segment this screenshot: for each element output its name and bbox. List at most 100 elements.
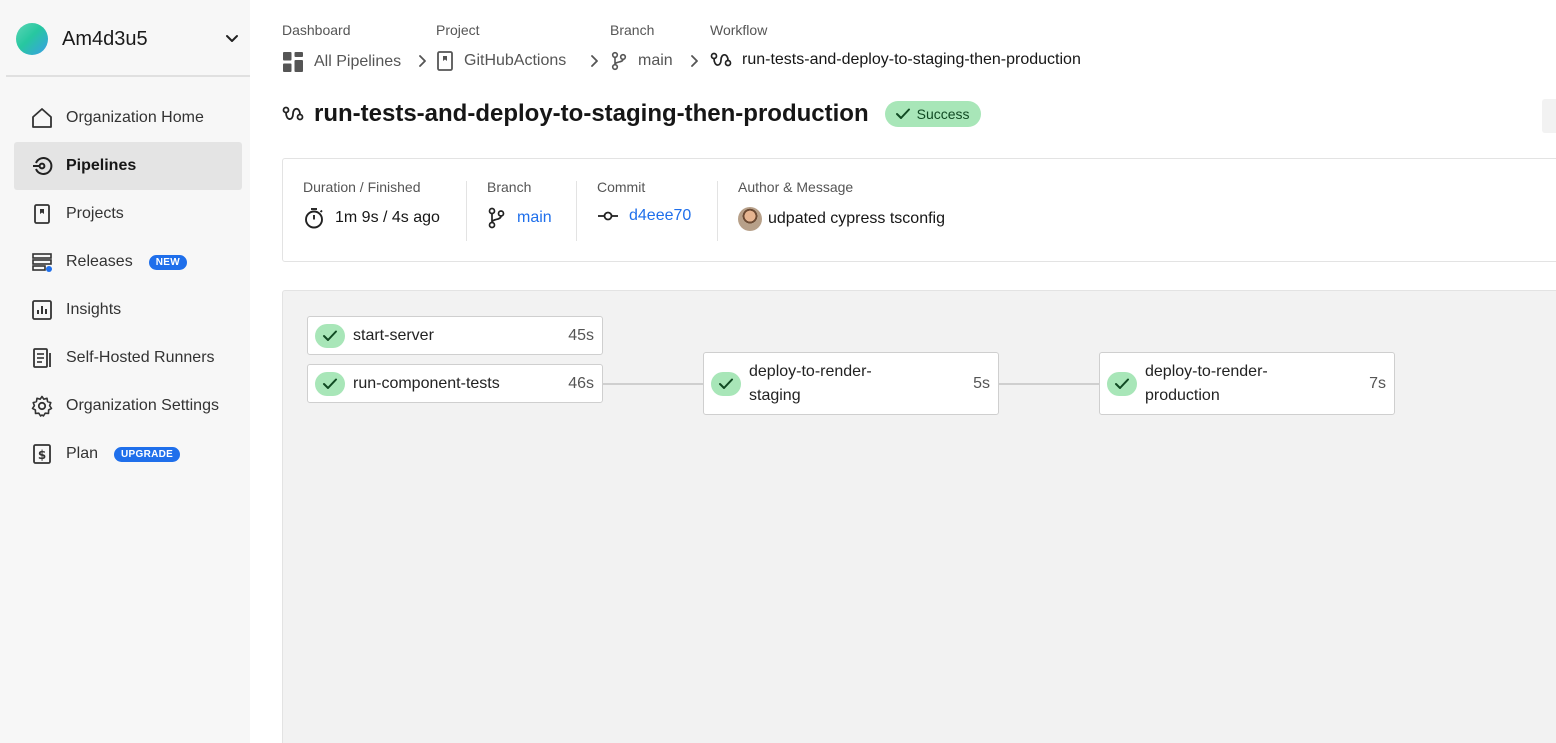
sidebar-item-releases[interactable]: Releases NEW	[14, 238, 242, 286]
sidebar-item-organization-settings[interactable]: Organization Settings	[14, 382, 242, 430]
breadcrumb-branch-link[interactable]: main	[610, 51, 673, 71]
duration-value: 1m 9s / 4s ago	[335, 209, 440, 226]
job-duration: 5s	[973, 375, 990, 392]
chevron-down-icon	[226, 35, 238, 42]
commit-value-row: d4eee70	[597, 207, 691, 225]
job-name: start-server	[353, 327, 434, 344]
job-name: run-component-tests	[353, 375, 500, 392]
branch-value-row: main	[487, 207, 552, 229]
divider	[466, 181, 467, 241]
sidebar-item-label: Insights	[66, 301, 122, 318]
pipelines-icon	[30, 154, 54, 178]
header-action-button[interactable]	[1542, 99, 1556, 133]
sidebar-item-insights[interactable]: Insights	[14, 286, 242, 334]
dashboard-grid-icon	[283, 52, 303, 72]
sidebar-item-label: Projects	[66, 205, 124, 222]
job-run-component-tests[interactable]: run-component-tests 46s	[307, 364, 603, 403]
breadcrumb-branch: Branch main	[610, 22, 673, 71]
sidebar-item-plan[interactable]: $ Plan UPGRADE	[14, 430, 242, 478]
duration-field: Duration / Finished 1m 9s / 4s ago	[303, 179, 440, 243]
job-deploy-to-render-staging[interactable]: deploy-to-render- staging 5s	[703, 352, 999, 415]
job-name-line2: staging	[749, 387, 801, 404]
commit-field: Commit d4eee70	[597, 179, 691, 243]
check-icon	[895, 108, 910, 119]
org-switcher[interactable]: Am4d3u5	[16, 20, 248, 58]
job-start-server[interactable]: start-server 45s	[307, 316, 603, 355]
status-badge: Success	[884, 101, 981, 127]
releases-icon	[30, 250, 54, 274]
job-name-line1: deploy-to-render-	[749, 363, 872, 380]
divider	[717, 181, 718, 241]
insights-icon	[30, 298, 54, 322]
workflow-graph: start-server 45s run-component-tests 46s…	[282, 290, 1556, 743]
org-avatar	[16, 23, 48, 55]
success-check-icon	[315, 324, 345, 348]
svg-text:$: $	[38, 448, 46, 462]
page-header: run-tests-and-deploy-to-staging-then-pro…	[282, 100, 981, 128]
author-value-row: udpated cypress tsconfig	[738, 207, 945, 231]
breadcrumb-project: Project GitHubActions	[436, 22, 566, 71]
sidebar-item-projects[interactable]: Projects	[14, 190, 242, 238]
sidebar-item-label: Pipelines	[66, 157, 137, 174]
breadcrumb-label: Dashboard	[282, 22, 351, 38]
branch-link[interactable]: main	[517, 209, 552, 227]
job-deploy-to-render-production[interactable]: deploy-to-render- production 7s	[1099, 352, 1395, 415]
success-check-icon	[1107, 372, 1137, 396]
job-duration: 45s	[568, 327, 594, 344]
new-badge: NEW	[148, 254, 187, 270]
duration-value-row: 1m 9s / 4s ago	[303, 207, 440, 229]
main-content: Dashboard All Pipelines Project GitHubAc…	[250, 0, 1556, 743]
duration-label: Duration / Finished	[303, 179, 421, 195]
sidebar-item-label: Plan	[66, 445, 99, 462]
job-name-line1: deploy-to-render-	[1145, 363, 1268, 380]
job-duration: 46s	[568, 375, 594, 392]
breadcrumb-label: Workflow	[710, 22, 768, 38]
sidebar-item-pipelines[interactable]: Pipelines	[14, 142, 242, 190]
branch-label: Branch	[487, 179, 532, 195]
breadcrumb-workflow: Workflow run-tests-and-deploy-to-staging…	[710, 22, 1081, 68]
breadcrumb-label: Project	[436, 22, 480, 38]
breadcrumb-value: GitHubActions	[464, 52, 567, 69]
commit-message: udpated cypress tsconfig	[768, 210, 945, 227]
divider	[576, 181, 577, 241]
job-connector	[999, 383, 1100, 385]
author-label: Author & Message	[738, 179, 854, 195]
breadcrumb-workflow-current: run-tests-and-deploy-to-staging-then-pro…	[710, 51, 1081, 69]
job-duration: 7s	[1369, 375, 1386, 392]
workflow-summary-card: Duration / Finished 1m 9s / 4s ago Branc…	[282, 158, 1556, 262]
org-name: Am4d3u5	[62, 27, 148, 50]
breadcrumb-value: All Pipelines	[314, 53, 402, 70]
commit-label: Commit	[597, 179, 646, 195]
breadcrumb-project-link[interactable]: GitHubActions	[436, 51, 566, 71]
breadcrumb-value: run-tests-and-deploy-to-staging-then-pro…	[742, 51, 1081, 68]
runners-icon	[30, 346, 54, 370]
workflow-icon	[282, 106, 304, 121]
chevron-right-icon	[591, 55, 598, 67]
chevron-right-icon	[691, 55, 698, 67]
sidebar: Am4d3u5 Organization Home Pipelines Proj…	[0, 0, 250, 743]
settings-gear-icon	[30, 394, 54, 418]
home-icon	[30, 106, 54, 130]
upgrade-badge[interactable]: UPGRADE	[114, 446, 181, 462]
sidebar-item-self-hosted-runners[interactable]: Self-Hosted Runners	[14, 334, 242, 382]
breadcrumb-all-pipelines-link[interactable]: All Pipelines	[282, 51, 401, 73]
sidebar-item-label: Organization Settings	[66, 397, 219, 414]
projects-icon	[30, 202, 54, 226]
success-check-icon	[711, 372, 741, 396]
sidebar-item-organization-home[interactable]: Organization Home	[14, 94, 242, 142]
sidebar-item-label: Organization Home	[66, 109, 204, 126]
stopwatch-icon	[305, 208, 323, 229]
breadcrumb-dashboard: Dashboard All Pipelines	[282, 22, 401, 72]
sidebar-item-label: Self-Hosted Runners	[66, 349, 215, 366]
workflow-icon	[710, 52, 732, 67]
git-branch-icon	[488, 207, 505, 229]
success-check-icon	[315, 372, 345, 396]
commit-link[interactable]: d4eee70	[629, 207, 691, 225]
breadcrumb-value: main	[638, 52, 673, 69]
sidebar-item-label: Releases	[66, 253, 133, 270]
git-commit-icon	[598, 211, 618, 221]
project-bookmark-icon	[437, 51, 453, 71]
git-branch-icon	[611, 51, 627, 71]
job-connector	[603, 383, 704, 385]
job-name-line2: production	[1145, 387, 1220, 404]
